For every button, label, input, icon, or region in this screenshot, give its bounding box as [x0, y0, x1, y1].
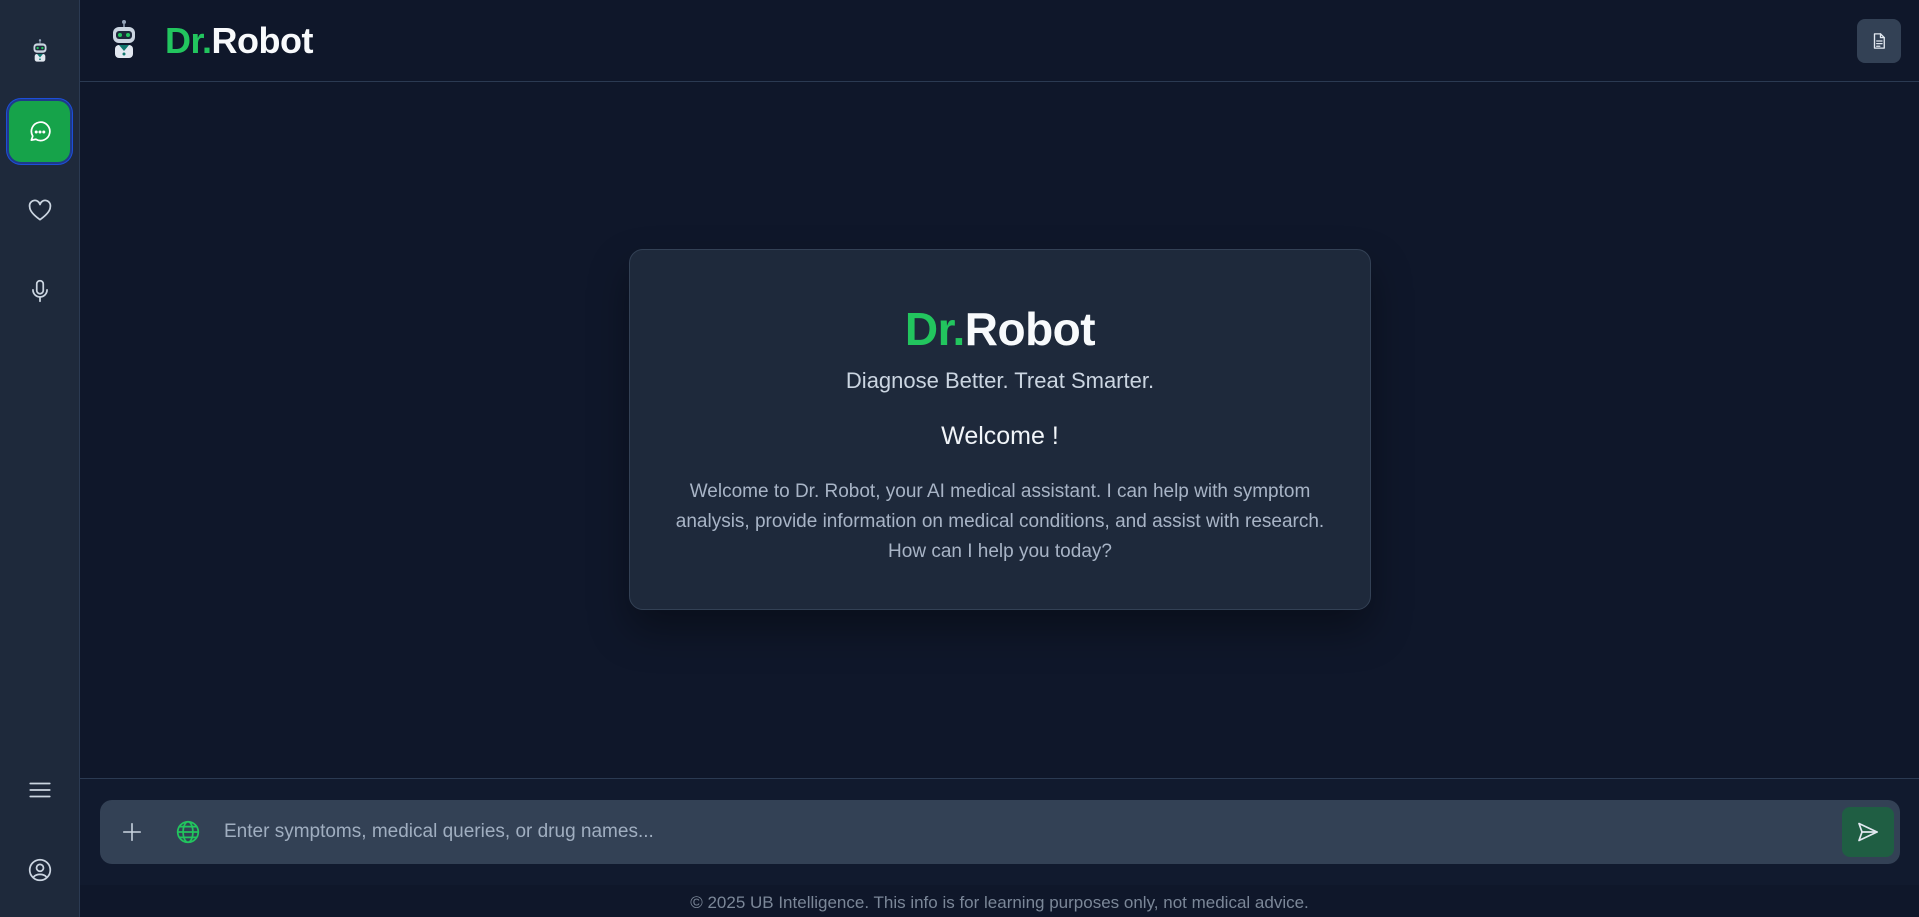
document-icon — [1873, 33, 1885, 49]
sidebar-menu-button[interactable] — [9, 759, 70, 820]
footer-disclaimer: © 2025 UB Intelligence. This info is for… — [690, 893, 1309, 912]
heart-icon — [28, 199, 51, 221]
robot-logo-icon — [33, 38, 46, 62]
brand-robot: Robot — [211, 20, 314, 61]
sidebar-item-voice[interactable] — [9, 260, 70, 321]
document-button[interactable] — [1857, 19, 1901, 63]
sidebar-user-button[interactable] — [9, 839, 70, 900]
composer-area — [80, 778, 1919, 885]
robot-logo-icon — [113, 20, 135, 58]
welcome-title: Welcome ! — [941, 422, 1059, 450]
sidebar-robot-logo[interactable] — [9, 20, 70, 81]
welcome-card: Dr.Robot Diagnose Better. Treat Smarter.… — [629, 249, 1371, 610]
send-icon — [1858, 822, 1878, 842]
sidebar — [0, 0, 80, 917]
app-root: Dr.Robot Dr.Robot Diagnose Better. Treat… — [0, 0, 1919, 917]
app-title: Dr.Robot — [165, 20, 314, 62]
attach-button[interactable] — [116, 816, 148, 848]
chat-icon — [29, 120, 51, 141]
brand-dr: Dr. — [165, 20, 212, 61]
sidebar-item-health[interactable] — [9, 180, 70, 241]
plus-icon — [122, 822, 142, 842]
header: Dr.Robot — [80, 0, 1919, 82]
welcome-brand-dr: Dr. — [904, 303, 965, 355]
welcome-brand-robot: Robot — [964, 303, 1096, 355]
welcome-brand: Dr.Robot — [630, 302, 1370, 356]
chat-input[interactable] — [224, 812, 1774, 852]
user-icon — [28, 858, 51, 881]
tagline: Diagnose Better. Treat Smarter. — [845, 368, 1155, 393]
web-search-toggle[interactable] — [172, 816, 204, 848]
globe-icon — [176, 820, 200, 844]
send-button[interactable] — [1842, 807, 1894, 857]
welcome-message: Welcome to Dr. Robot, your AI medical as… — [675, 481, 1325, 562]
microphone-icon — [31, 279, 48, 302]
composer-bar — [100, 800, 1900, 864]
menu-icon — [28, 782, 51, 797]
sidebar-item-chat[interactable] — [9, 101, 70, 162]
